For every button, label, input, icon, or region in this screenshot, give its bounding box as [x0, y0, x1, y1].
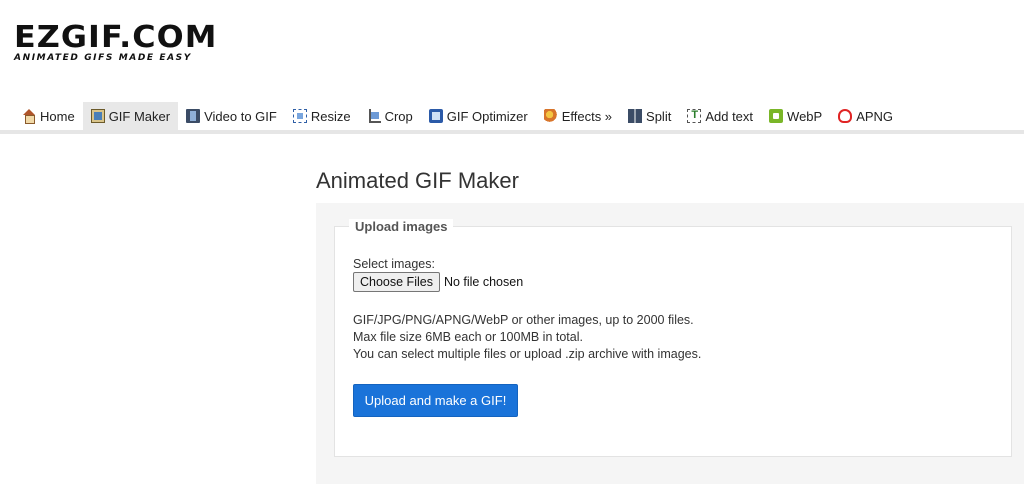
- choose-files-button[interactable]: Choose Files: [353, 272, 440, 292]
- nav-item-label: Home: [40, 108, 75, 124]
- nav-item-add-text[interactable]: Add text: [679, 102, 761, 130]
- nav-item-label: WebP: [787, 108, 823, 124]
- home-icon: [22, 109, 36, 124]
- apng-icon: [838, 109, 853, 123]
- nav-item-label: GIF Optimizer: [446, 108, 528, 124]
- page-title: Animated GIF Maker: [316, 168, 519, 193]
- split-icon: [628, 109, 643, 123]
- nav-item-label: Video to GIF: [204, 108, 277, 124]
- info-line: GIF/JPG/PNG/APNG/WebP or other images, u…: [353, 313, 694, 327]
- nav-item-gif-maker[interactable]: GIF Maker: [82, 102, 179, 130]
- nav-item-apng[interactable]: APNG: [830, 102, 901, 130]
- upload-make-gif-button[interactable]: Upload and make a GIF!: [353, 384, 518, 417]
- nav-item-split[interactable]: Split: [620, 102, 679, 130]
- nav-item-effects[interactable]: Effects »: [536, 102, 620, 130]
- nav-item-label: Effects »: [561, 108, 613, 124]
- select-images-label: Select images:: [353, 257, 435, 271]
- nav-item-label: Add text: [705, 108, 754, 124]
- file-input[interactable]: Choose Files No file chosen: [353, 272, 523, 292]
- logo-text: EZGIF.COM: [14, 20, 218, 55]
- gif-maker-icon: [90, 109, 105, 123]
- file-status: No file chosen: [443, 275, 524, 289]
- nav-item-label: APNG: [856, 108, 894, 124]
- nav-item-label: GIF Maker: [108, 108, 171, 124]
- nav-item-video-to-gif[interactable]: Video to GIF: [178, 102, 285, 130]
- webp-icon: [769, 109, 784, 123]
- video-icon: [186, 109, 201, 123]
- upload-panel: Upload images Select images: Choose File…: [316, 203, 1024, 484]
- upload-legend: Upload images: [349, 219, 454, 234]
- nav-item-label: Resize: [310, 108, 351, 124]
- info-line: You can select multiple files or upload …: [353, 347, 702, 361]
- nav-item-label: Split: [646, 108, 672, 124]
- info-line: Max file size 6MB each or 100MB in total…: [353, 330, 583, 344]
- ezgif-logo[interactable]: EZGIF.COM ANIMATED GIFS MADE EASY: [14, 23, 224, 64]
- nav-item-label: Crop: [384, 108, 413, 124]
- upload-info: GIF/JPG/PNG/APNG/WebP or other images, u…: [353, 312, 701, 363]
- nav-item-resize[interactable]: Resize: [285, 102, 359, 130]
- nav-item-gif-optimizer[interactable]: GIF Optimizer: [421, 102, 536, 130]
- nav-item-home[interactable]: Home: [14, 102, 83, 130]
- resize-icon: [292, 109, 307, 123]
- nav-divider: [0, 130, 1024, 134]
- optimizer-icon: [428, 109, 443, 123]
- effects-icon: [543, 109, 558, 123]
- upload-fieldset: Upload images Select images: Choose File…: [334, 219, 1012, 457]
- add-text-icon: [687, 109, 702, 123]
- crop-icon: [367, 109, 381, 123]
- main-nav: Home GIF Maker Video to GIF Resize Crop …: [14, 102, 901, 130]
- nav-item-webp[interactable]: WebP: [761, 102, 830, 130]
- nav-item-crop[interactable]: Crop: [359, 102, 421, 130]
